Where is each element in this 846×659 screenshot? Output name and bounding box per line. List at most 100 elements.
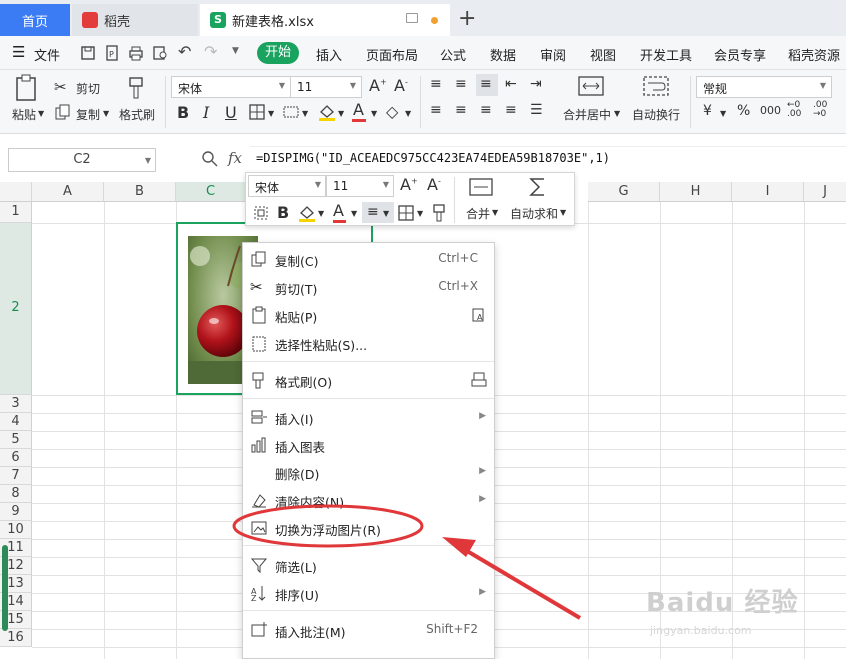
- column-header-g[interactable]: G: [588, 182, 660, 202]
- tab-home[interactable]: 首页: [0, 4, 70, 36]
- format-painter-icon[interactable]: [127, 76, 147, 102]
- menu-data[interactable]: 数据: [490, 45, 516, 64]
- menu-formula[interactable]: 公式: [440, 45, 466, 64]
- zoom-search-icon[interactable]: [201, 150, 219, 168]
- mini-format-painter-icon[interactable]: [432, 203, 446, 223]
- column-header-i[interactable]: I: [732, 182, 804, 202]
- mini-border-dropdown-icon[interactable]: ▼: [417, 209, 423, 218]
- context-item-copy[interactable]: 复制(C) Ctrl+C: [243, 246, 494, 272]
- menu-file[interactable]: 文件: [34, 45, 60, 64]
- mini-bold-icon[interactable]: B: [277, 203, 289, 222]
- context-item-insert-comment[interactable]: 插入批注(M) Shift+F2: [243, 617, 494, 643]
- row-header-1[interactable]: 1: [0, 202, 32, 223]
- font-color-dropdown-icon[interactable]: ▼: [371, 109, 377, 118]
- decrease-font-icon[interactable]: A-: [394, 76, 408, 95]
- menu-membership[interactable]: 会员专享: [714, 45, 766, 64]
- align-center-icon[interactable]: ≡: [455, 102, 467, 118]
- italic-icon[interactable]: I: [203, 103, 209, 122]
- copy-icon[interactable]: [55, 104, 71, 120]
- wrap-text-icon[interactable]: [643, 76, 669, 96]
- align-bottom-icon[interactable]: ≡: [480, 76, 492, 92]
- underline-icon[interactable]: U: [225, 103, 237, 122]
- paste-label[interactable]: 粘贴: [12, 106, 36, 123]
- menu-developer[interactable]: 开发工具: [640, 45, 692, 64]
- increase-font-icon[interactable]: A+: [369, 76, 387, 95]
- name-box[interactable]: C2 ▼: [8, 148, 156, 172]
- decrease-decimal-icon[interactable]: .00 →0: [813, 101, 827, 119]
- print-icon[interactable]: [128, 45, 144, 61]
- merge-border-icon[interactable]: [283, 104, 299, 120]
- row-header-2[interactable]: 2: [0, 223, 32, 395]
- font-color-icon[interactable]: A: [353, 100, 364, 119]
- indent-decrease-icon[interactable]: ⇤: [505, 76, 517, 92]
- mini-fill-color-icon[interactable]: [298, 204, 316, 222]
- align-right-icon[interactable]: ≡: [480, 102, 492, 118]
- sheet-scrollbar-handle[interactable]: [2, 545, 8, 631]
- mini-align-bottom-icon[interactable]: ≡: [367, 204, 379, 220]
- context-item-paste[interactable]: 粘贴(P) A: [243, 302, 494, 328]
- border-icon[interactable]: [249, 104, 265, 120]
- menu-start[interactable]: 开始: [257, 42, 299, 64]
- font-size-select[interactable]: 11 ▼: [290, 76, 362, 98]
- paste-icon[interactable]: [14, 74, 40, 102]
- paste-dropdown-icon[interactable]: ▼: [38, 109, 44, 118]
- monitor-icon[interactable]: [406, 13, 418, 23]
- mini-merge-dropdown-icon[interactable]: ▼: [492, 208, 498, 217]
- context-item-switch-float-image[interactable]: 切换为浮动图片(R): [243, 515, 494, 541]
- mini-merge-icon[interactable]: [469, 178, 493, 196]
- menu-daoke-resources[interactable]: 稻壳资源: [788, 45, 840, 64]
- column-header-c[interactable]: C: [176, 182, 246, 202]
- mini-increase-font-icon[interactable]: A+: [400, 175, 418, 194]
- clear-dropdown-icon[interactable]: ▼: [405, 109, 411, 118]
- mini-autosum-button[interactable]: 自动求和: [510, 205, 558, 222]
- align-left-icon[interactable]: ≡: [430, 102, 442, 118]
- mini-autosum-dropdown-icon[interactable]: ▼: [560, 208, 566, 217]
- mini-border-icon[interactable]: [398, 205, 414, 221]
- context-item-sort[interactable]: AZ 排序(U) ▶: [243, 580, 494, 606]
- hamburger-icon[interactable]: ☰: [12, 43, 25, 61]
- context-item-insert[interactable]: 插入(I) ▶: [243, 404, 494, 430]
- context-item-clear[interactable]: 清除内容(N) ▶: [243, 487, 494, 513]
- copy-button[interactable]: 复制: [76, 106, 100, 123]
- format-painter-button[interactable]: 格式刷: [119, 106, 155, 123]
- justify-icon[interactable]: ≡: [505, 102, 517, 118]
- border-dropdown-icon[interactable]: ▼: [268, 109, 274, 118]
- mini-font-size-select[interactable]: 11 ▼: [326, 175, 394, 197]
- select-all-corner[interactable]: [0, 182, 32, 202]
- redo-icon[interactable]: ↷: [204, 42, 217, 61]
- mini-autosum-icon[interactable]: [528, 176, 548, 198]
- row-header-6[interactable]: 6: [0, 449, 32, 467]
- menu-page-layout[interactable]: 页面布局: [366, 45, 418, 64]
- row-header-8[interactable]: 8: [0, 485, 32, 503]
- eraser-icon[interactable]: ◇: [386, 102, 398, 121]
- distributed-icon[interactable]: ☰: [530, 102, 543, 118]
- menu-insert[interactable]: 插入: [316, 45, 342, 64]
- row-header-3[interactable]: 3: [0, 395, 32, 413]
- mini-font-color-icon[interactable]: A: [333, 201, 344, 220]
- paste-options-icon[interactable]: A: [472, 307, 486, 323]
- preview-icon[interactable]: [152, 45, 168, 61]
- row-header-5[interactable]: 5: [0, 431, 32, 449]
- column-header-j[interactable]: J: [804, 182, 846, 202]
- merge-center-button[interactable]: 合并居中: [563, 106, 611, 123]
- undo-icon[interactable]: ↶: [178, 42, 191, 61]
- row-header-7[interactable]: 7: [0, 467, 32, 485]
- context-item-format-painter[interactable]: 格式刷(O): [243, 367, 494, 393]
- tab-daoke[interactable]: 稻壳: [72, 4, 198, 36]
- cut-icon[interactable]: ✂: [54, 78, 67, 96]
- merge-center-icon[interactable]: [578, 76, 604, 96]
- number-format-select[interactable]: 常规 ▼: [696, 76, 832, 98]
- indent-increase-icon[interactable]: ⇥: [530, 76, 542, 92]
- column-header-a[interactable]: A: [32, 182, 104, 202]
- fill-dropdown-icon[interactable]: ▼: [338, 109, 344, 118]
- export-icon[interactable]: P: [104, 45, 120, 61]
- cut-button[interactable]: 剪切: [76, 80, 100, 97]
- mini-font-color-dropdown-icon[interactable]: ▼: [351, 209, 357, 218]
- column-header-h[interactable]: H: [660, 182, 732, 202]
- row-header-10[interactable]: 10: [0, 521, 32, 539]
- mini-align-dropdown-icon[interactable]: ▼: [383, 209, 389, 218]
- copy-dropdown-icon[interactable]: ▼: [103, 109, 109, 118]
- context-item-paste-special[interactable]: 选择性粘贴(S)...: [243, 330, 494, 356]
- fill-color-icon[interactable]: [318, 103, 336, 121]
- new-tab-plus-icon[interactable]: +: [458, 6, 476, 31]
